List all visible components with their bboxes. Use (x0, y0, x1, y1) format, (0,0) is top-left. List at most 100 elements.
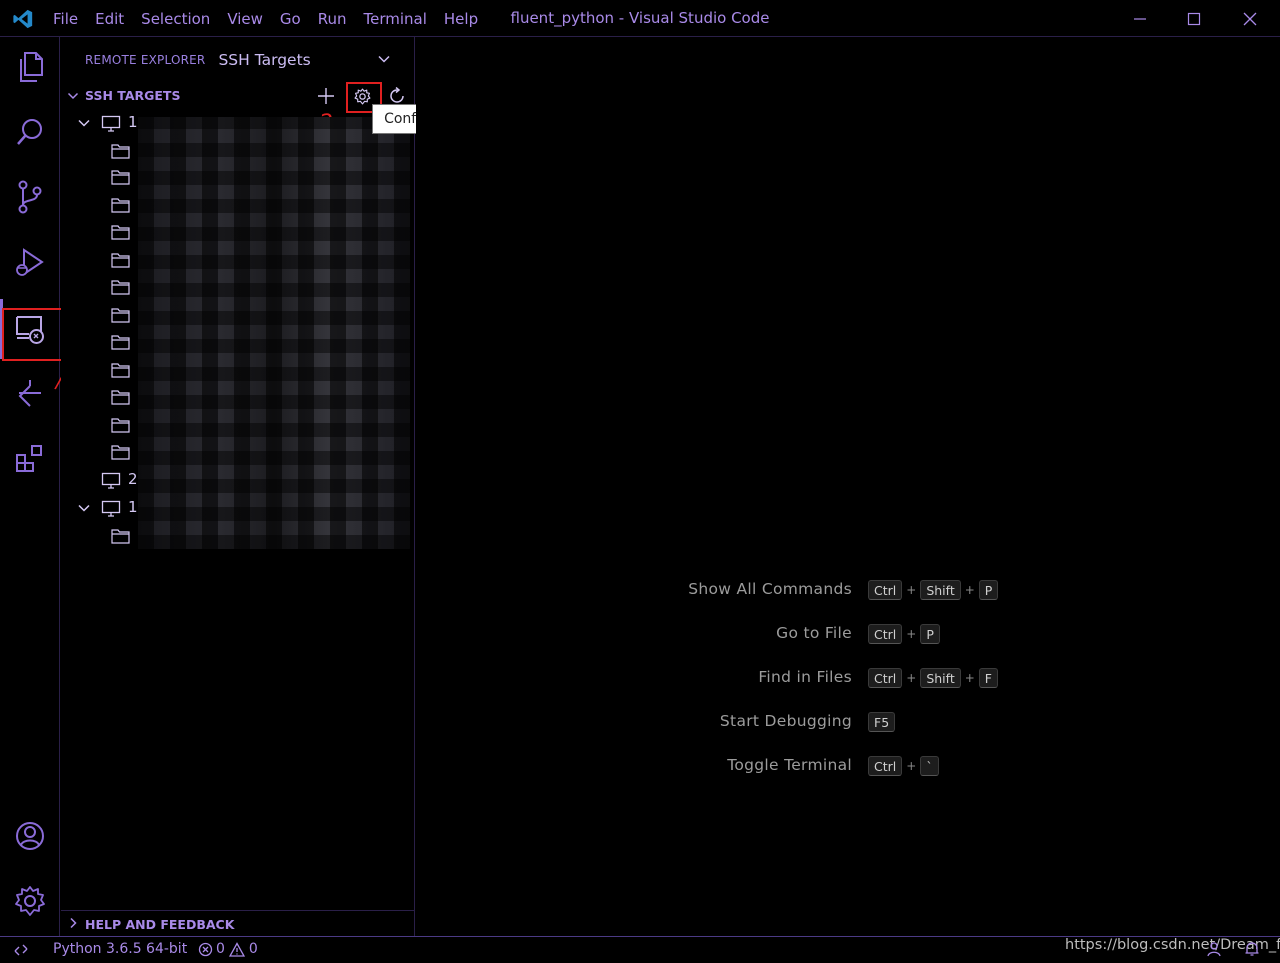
chevron-right-icon (67, 917, 79, 933)
problems-button[interactable]: 0 0 (198, 941, 258, 957)
menu-view[interactable]: View (227, 10, 263, 28)
chevron-down-icon (77, 116, 91, 134)
chevron-down-icon (67, 90, 79, 106)
key-cap: P (920, 624, 940, 644)
remote-folder-row[interactable] (61, 247, 415, 273)
python-interpreter-button[interactable]: Python 3.6.5 64-bit (53, 941, 187, 957)
menu-run[interactable]: Run (318, 10, 347, 28)
shortcut-watermark: Show All Commands Ctrl + Shift + P Go to File C… (416, 578, 1280, 798)
menu-file[interactable]: File (53, 10, 78, 28)
folder-icon (111, 197, 130, 217)
folder-icon (111, 444, 130, 464)
keybinding: Ctrl + Shift + P (868, 578, 999, 602)
ssh-host-row[interactable]: 1 (61, 495, 415, 521)
folder-icon (111, 169, 130, 189)
shortcut-row: Toggle Terminal Ctrl + ` (416, 754, 1280, 798)
folder-icon (111, 143, 130, 163)
ssh-host-label: 1 (128, 113, 138, 131)
folder-icon (111, 528, 130, 548)
menu-help[interactable]: Help (444, 10, 478, 28)
source-control-icon[interactable] (0, 167, 60, 227)
key-cap: ` (920, 756, 939, 776)
shortcut-row: Start Debugging F5 (416, 710, 1280, 754)
account-icon[interactable] (0, 806, 60, 866)
warning-icon (228, 941, 245, 957)
status-bar: Python 3.6.5 64-bit 0 0 https://blog.csd… (0, 936, 1280, 963)
ssh-host-label: 2 (128, 470, 138, 488)
folder-icon (111, 224, 130, 244)
menu-bar: File Edit Selection View Go Run Terminal Help (53, 0, 495, 37)
key-cap: Ctrl (868, 624, 903, 644)
menu-selection[interactable]: Selection (141, 10, 210, 28)
remote-folder-row[interactable] (61, 439, 415, 465)
key-separator: + (906, 759, 917, 773)
menu-go[interactable]: Go (280, 10, 301, 28)
remote-folder-row[interactable] (61, 219, 415, 245)
key-separator: + (964, 583, 975, 597)
keybinding: F5 (868, 710, 896, 734)
key-cap: Shift (920, 668, 961, 688)
shortcut-row: Show All Commands Ctrl + Shift + P (416, 578, 1280, 622)
error-icon (198, 942, 213, 956)
monitor-icon (101, 115, 121, 137)
folder-icon (111, 307, 130, 327)
timeline-icon[interactable] (0, 363, 60, 423)
shortcut-row: Go to File Ctrl + P (416, 622, 1280, 666)
help-and-feedback-section-header[interactable]: HELP AND FEEDBACK (61, 910, 415, 936)
remote-folder-row[interactable] (61, 384, 415, 410)
key-separator: + (906, 627, 917, 641)
add-new-ssh-host-button[interactable] (315, 85, 337, 107)
menu-terminal[interactable]: Terminal (364, 10, 427, 28)
explorer-icon[interactable] (0, 37, 60, 97)
remote-folder-row[interactable] (61, 138, 415, 164)
manage-gear-icon[interactable] (0, 871, 60, 931)
remote-folder-row[interactable] (61, 192, 415, 218)
title-bar: File Edit Selection View Go Run Terminal Help f… (0, 0, 1280, 37)
chevron-down-icon[interactable] (377, 52, 391, 70)
shortcut-label: Show All Commands (688, 580, 852, 598)
maximize-button[interactable] (1166, 0, 1222, 37)
activity-bar: / (0, 37, 72, 936)
warning-count: 0 (248, 941, 258, 957)
extensions-icon[interactable] (0, 428, 60, 488)
key-separator: + (964, 671, 975, 685)
remote-target-select[interactable]: SSH Targets (218, 51, 310, 69)
key-cap: P (978, 580, 999, 600)
remote-folder-row[interactable] (61, 329, 415, 355)
keybinding: Ctrl + ` (868, 754, 939, 778)
keybinding: Ctrl + Shift + F (868, 666, 998, 690)
remote-folder-row[interactable] (61, 523, 415, 549)
remote-folder-row[interactable] (61, 274, 415, 300)
key-separator: + (906, 583, 917, 597)
shortcut-label: Go to File (776, 624, 852, 642)
shortcut-row: Find in Files Ctrl + Shift + F (416, 666, 1280, 710)
folder-icon (111, 417, 130, 437)
folder-icon (111, 362, 130, 382)
remote-indicator-button[interactable] (0, 937, 42, 963)
shortcut-label: Find in Files (758, 668, 852, 686)
account-status-icon[interactable] (1206, 941, 1222, 961)
key-cap: Ctrl (868, 668, 903, 688)
notifications-bell-icon[interactable] (1244, 941, 1260, 961)
minimize-button[interactable] (1112, 0, 1168, 37)
ssh-host-row[interactable]: 2 (61, 467, 415, 493)
menu-edit[interactable]: Edit (95, 10, 124, 28)
remote-explorer-sidebar: REMOTE EXPLORER SSH Targets SSH TARGETS … (61, 37, 415, 936)
key-cap: F (978, 668, 998, 688)
sidebar-header: REMOTE EXPLORER SSH Targets (85, 49, 311, 71)
search-icon[interactable] (0, 102, 60, 162)
folder-icon (111, 279, 130, 299)
remote-folder-row[interactable] (61, 302, 415, 328)
shortcut-label: Toggle Terminal (727, 756, 852, 774)
close-button[interactable] (1222, 0, 1278, 37)
key-cap: Shift (920, 580, 961, 600)
remote-folder-row[interactable] (61, 357, 415, 383)
section-title: SSH TARGETS (85, 88, 181, 103)
section-title: HELP AND FEEDBACK (85, 917, 235, 932)
remote-folder-row[interactable] (61, 164, 415, 190)
run-debug-icon[interactable] (0, 232, 60, 292)
keybinding: Ctrl + P (868, 622, 940, 646)
remote-folder-row[interactable] (61, 412, 415, 438)
ssh-host-label: 1 (128, 498, 138, 516)
key-cap: Ctrl (868, 580, 903, 600)
